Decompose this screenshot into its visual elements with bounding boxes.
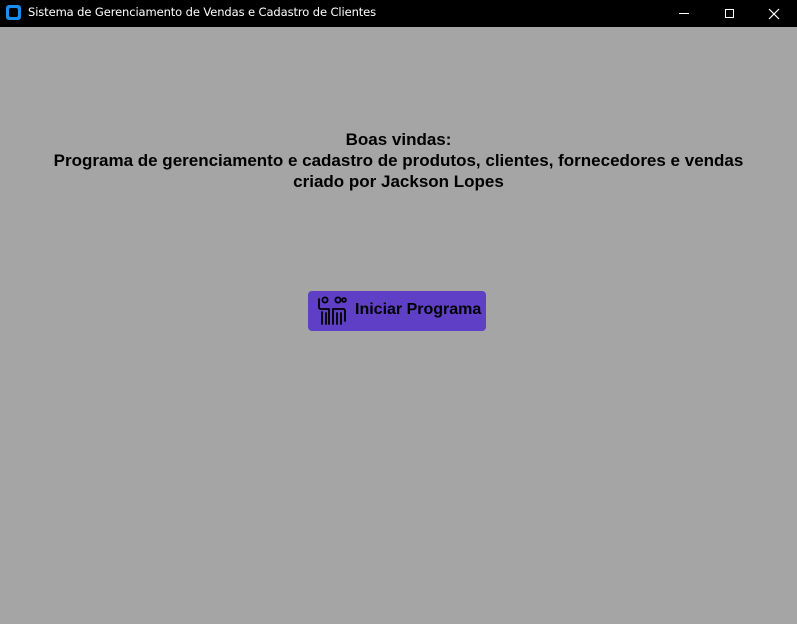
minimize-icon	[679, 13, 689, 14]
close-icon	[768, 8, 780, 19]
minimize-button[interactable]	[661, 0, 707, 27]
welcome-author: criado por Jackson Lopes	[293, 172, 504, 191]
app-window: Sistema de Gerenciamento de Vendas e Cad…	[0, 0, 797, 624]
app-window-icon	[6, 5, 21, 20]
close-button[interactable]	[751, 0, 797, 27]
start-program-button[interactable]: Iniciar Programa	[308, 291, 486, 331]
welcome-heading: Boas vindas:	[345, 130, 452, 149]
title-bar[interactable]: Sistema de Gerenciamento de Vendas e Cad…	[0, 0, 797, 27]
main-content: Boas vindas: Programa de gerenciamento e…	[0, 27, 797, 624]
window-title: Sistema de Gerenciamento de Vendas e Cad…	[28, 5, 377, 19]
people-icon	[318, 296, 347, 325]
start-program-label: Iniciar Programa	[355, 301, 482, 318]
maximize-button[interactable]	[706, 0, 752, 27]
maximize-icon	[724, 9, 734, 18]
welcome-description: Programa de gerenciamento e cadastro de …	[53, 151, 744, 170]
welcome-message: Boas vindas: Programa de gerenciamento e…	[0, 129, 797, 192]
